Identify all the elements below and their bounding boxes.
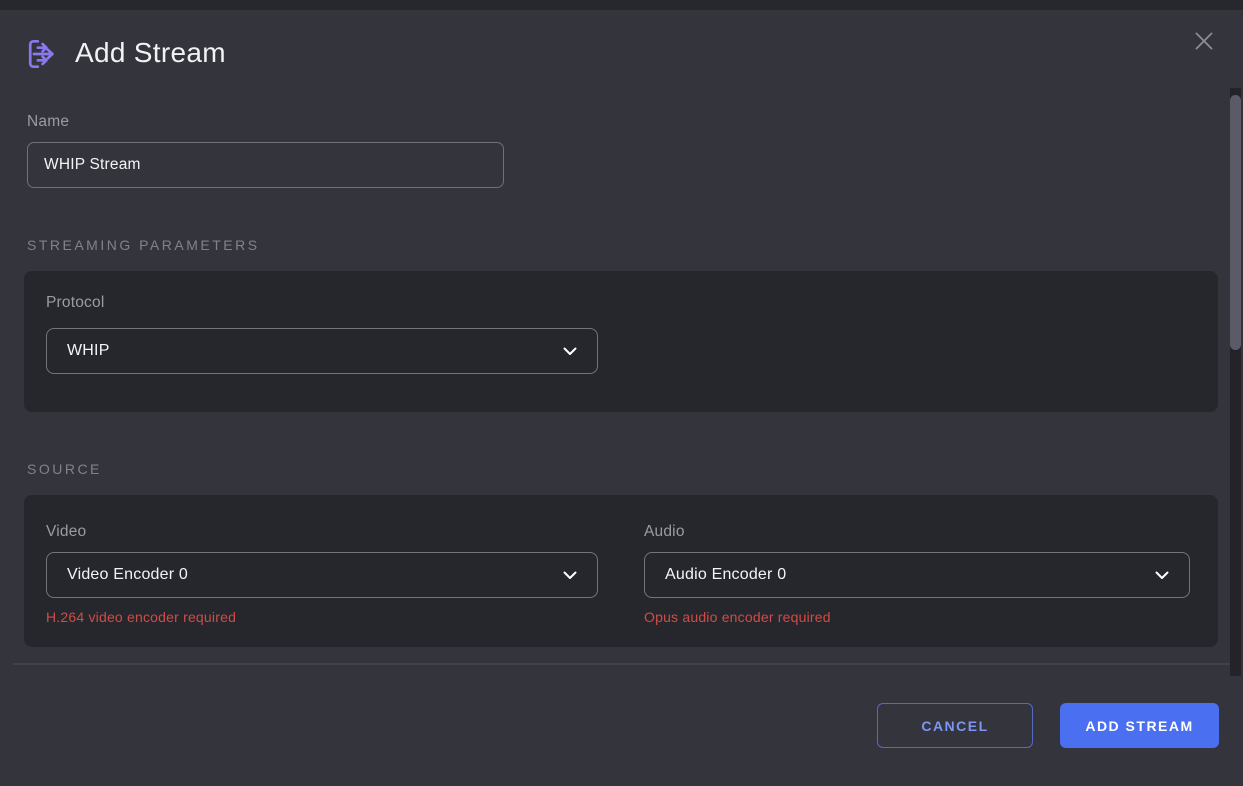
video-encoder-helper-text: H.264 video encoder required (46, 609, 236, 625)
chevron-down-icon (1155, 567, 1169, 585)
section-title-source: SOURCE (27, 461, 102, 477)
audio-label: Audio (644, 523, 685, 541)
audio-encoder-select-value: Audio Encoder 0 (665, 566, 786, 584)
video-encoder-select[interactable]: Video Encoder 0 (46, 552, 598, 598)
vertical-scrollbar-thumb[interactable] (1230, 95, 1241, 350)
vertical-scrollbar-track[interactable] (1230, 88, 1241, 676)
footer-divider (13, 663, 1231, 665)
close-button[interactable] (1187, 26, 1221, 60)
protocol-select-value: WHIP (67, 342, 110, 360)
stream-out-icon (22, 35, 60, 73)
cancel-button[interactable]: CANCEL (877, 703, 1033, 748)
add-stream-button[interactable]: ADD STREAM (1060, 703, 1219, 748)
audio-encoder-helper-text: Opus audio encoder required (644, 609, 831, 625)
source-panel: Video Video Encoder 0 H.264 video encode… (24, 495, 1218, 647)
name-field-label: Name (27, 113, 69, 131)
audio-encoder-select[interactable]: Audio Encoder 0 (644, 552, 1190, 598)
streaming-parameters-panel: Protocol WHIP (24, 271, 1218, 412)
section-title-streaming-parameters: STREAMING PARAMETERS (27, 237, 260, 253)
name-input[interactable] (27, 142, 504, 188)
chevron-down-icon (563, 567, 577, 585)
close-icon (1191, 28, 1217, 59)
chevron-down-icon (563, 343, 577, 361)
page-title: Add Stream (75, 37, 226, 69)
video-label: Video (46, 523, 86, 541)
top-backdrop-strip (0, 0, 1243, 10)
protocol-label: Protocol (46, 294, 104, 312)
video-encoder-select-value: Video Encoder 0 (67, 566, 188, 584)
protocol-select[interactable]: WHIP (46, 328, 598, 374)
